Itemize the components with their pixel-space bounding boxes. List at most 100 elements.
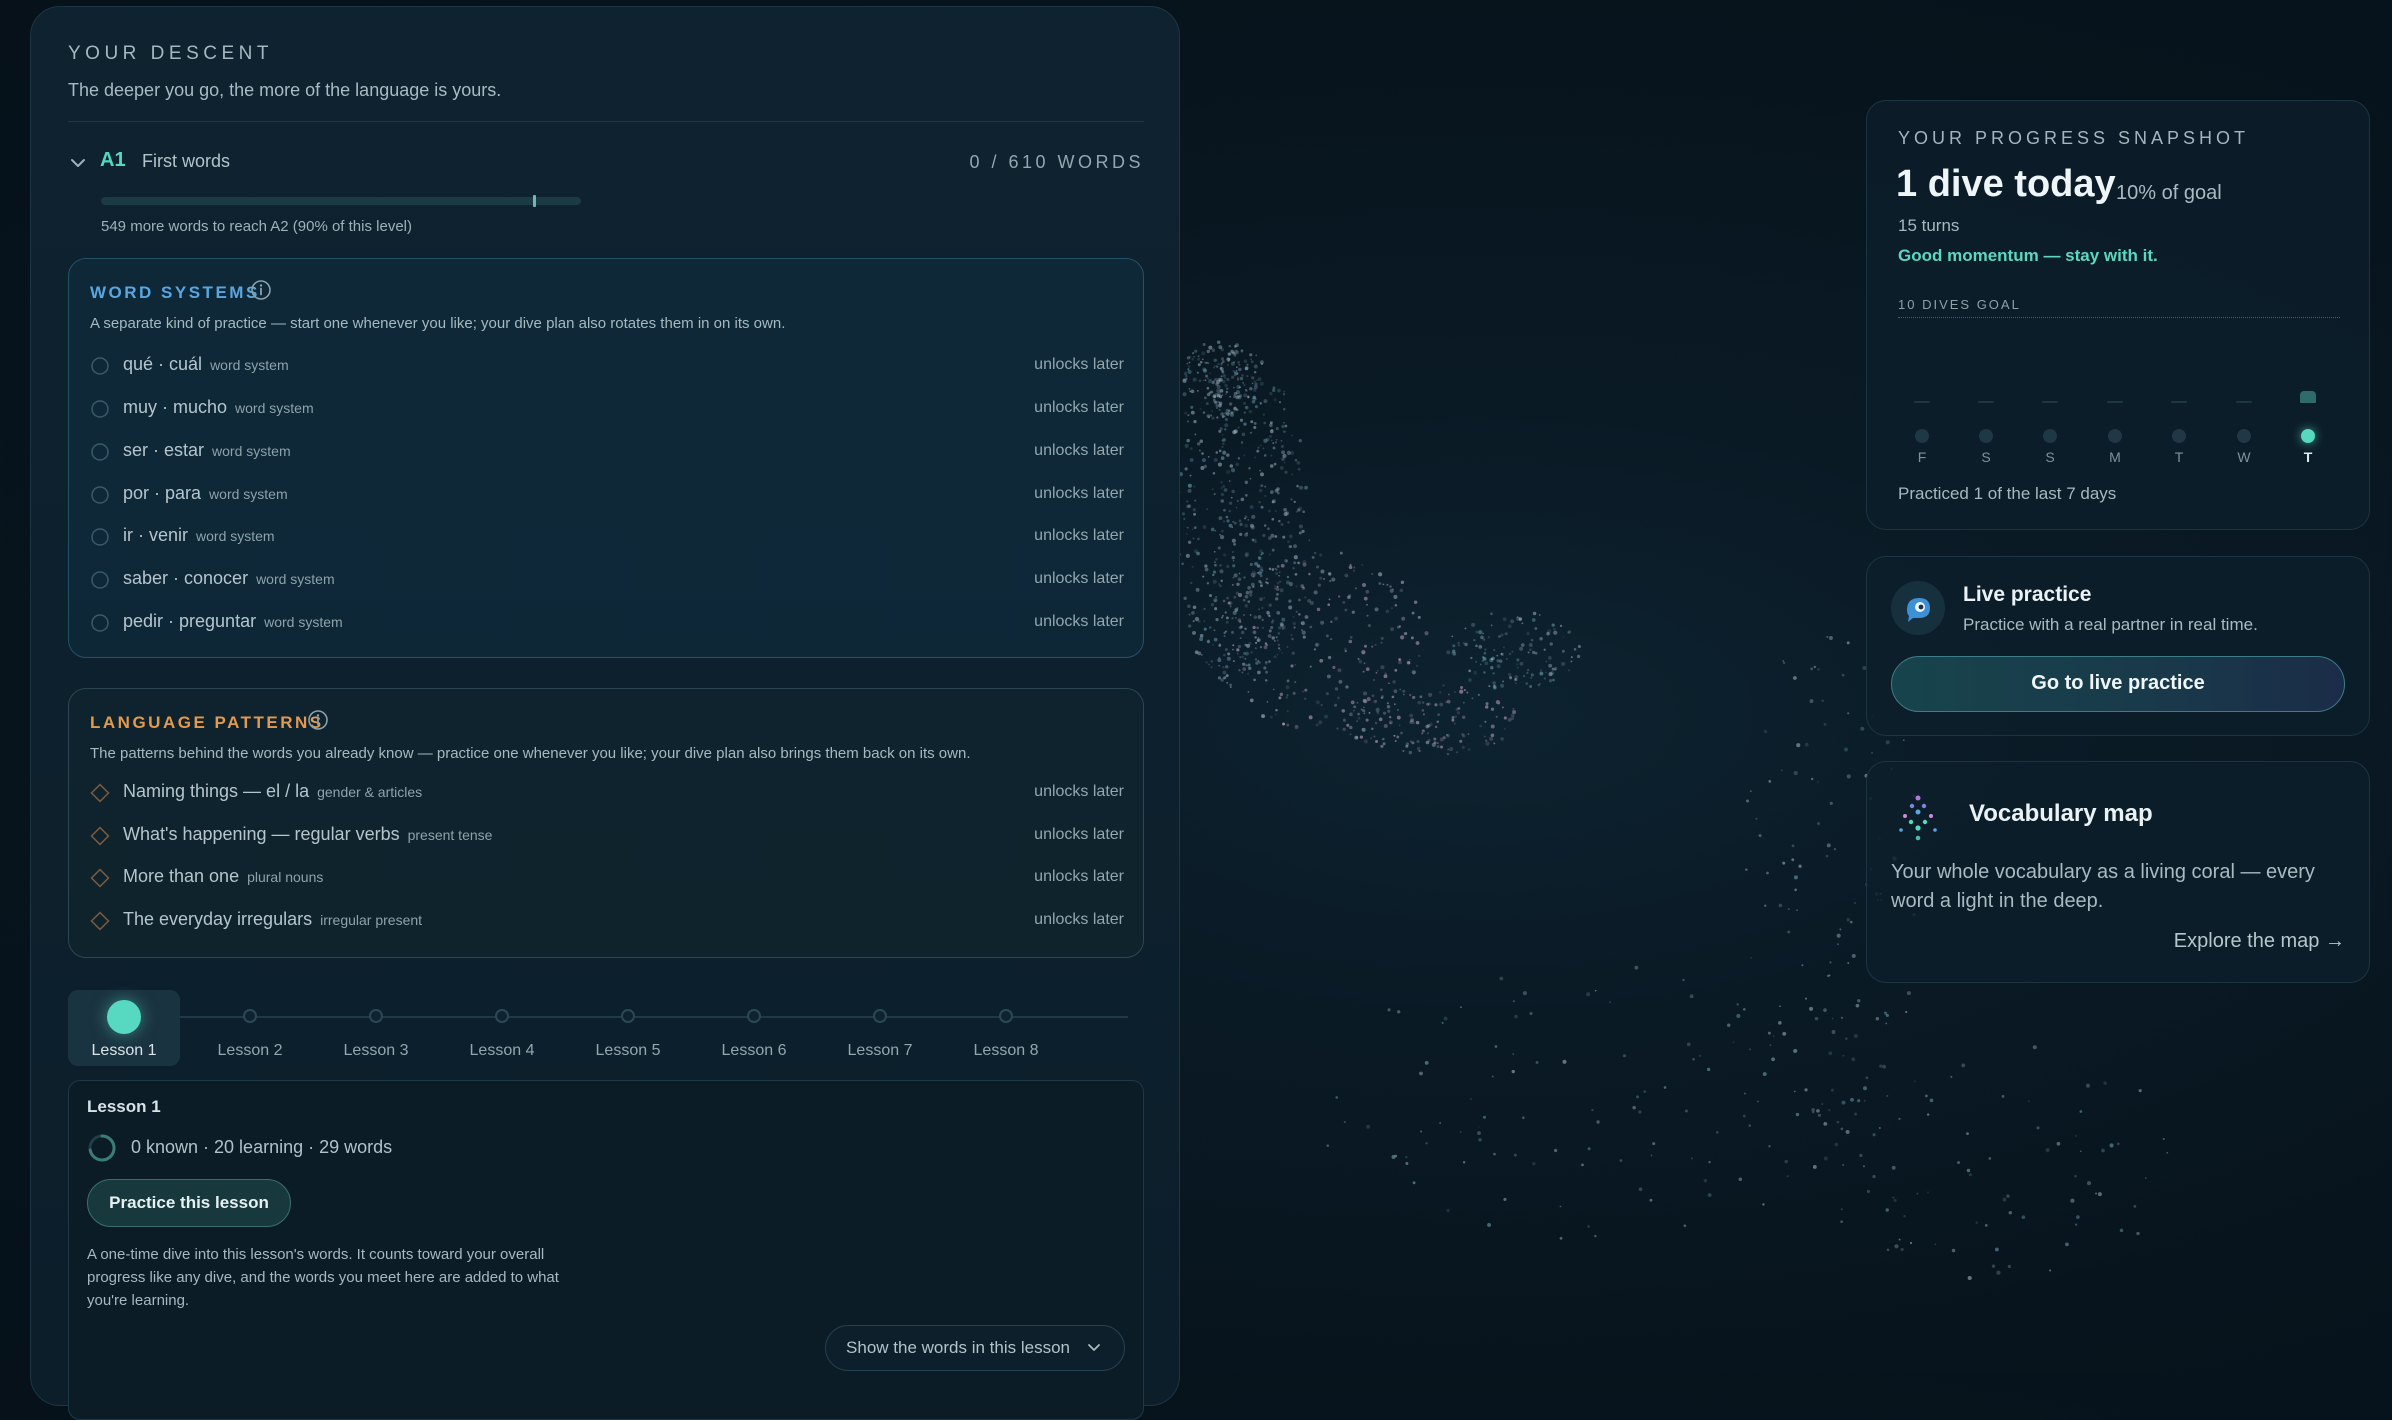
particle (1401, 616, 1406, 621)
lesson-tab[interactable]: Lesson 3 (320, 990, 432, 1066)
particle (1493, 1152, 1496, 1156)
particle (1514, 678, 1517, 680)
particle (1543, 677, 1546, 680)
particle (1186, 356, 1191, 360)
pattern-item[interactable]: The everyday irregulars irregular present… (90, 906, 1124, 936)
go-to-live-practice-button[interactable]: Go to live practice (1891, 656, 2345, 712)
particle (1362, 670, 1365, 673)
lesson-tab[interactable]: Lesson 2 (194, 990, 306, 1066)
lesson-tab[interactable]: Lesson 8 (950, 990, 1062, 1066)
particle (1274, 441, 1277, 444)
day-bar (2236, 401, 2252, 403)
particle (1294, 663, 1297, 666)
particle (1213, 398, 1216, 401)
live-practice-card: Live practice Practice with a real partn… (1866, 556, 2370, 736)
particle (1853, 1033, 1858, 1039)
particle (1224, 611, 1227, 614)
explore-map-link[interactable]: Explore the map → (2174, 930, 2345, 953)
word-system-item[interactable]: por · para word system unlocks later (90, 480, 1124, 510)
particle (1286, 645, 1289, 649)
particle (1262, 413, 1265, 416)
particle (1320, 703, 1323, 707)
lesson-tab[interactable]: Lesson 1 (68, 990, 180, 1066)
particle (1483, 657, 1487, 661)
particle (1228, 501, 1233, 505)
word-system-item[interactable]: pedir · preguntar word system unlocks lat… (90, 608, 1124, 638)
particle (1396, 625, 1400, 629)
particle (1345, 685, 1349, 689)
level-row[interactable]: A1 First words 0 / 610 WORDS (68, 149, 1144, 179)
chevron-down-icon[interactable] (68, 153, 88, 173)
particle (1316, 607, 1321, 612)
particle (1243, 454, 1246, 457)
particle (1254, 541, 1257, 544)
particle (1204, 564, 1208, 568)
particle (1269, 429, 1274, 434)
lesson-tab[interactable]: Lesson 4 (446, 990, 558, 1066)
particle (1233, 371, 1237, 374)
word-system-item[interactable]: ir · venir word system unlocks later (90, 522, 1124, 552)
particle (1212, 471, 1216, 475)
info-icon[interactable] (250, 279, 272, 301)
particle (1301, 529, 1305, 533)
particle (1916, 1192, 1919, 1195)
practice-lesson-button[interactable]: Practice this lesson (87, 1179, 291, 1227)
word-system-item[interactable]: muy · mucho word system unlocks later (90, 394, 1124, 424)
day-column: F (1907, 401, 1937, 465)
show-words-toggle[interactable]: Show the words in this lesson (825, 1325, 1125, 1371)
particle (1281, 627, 1285, 631)
particle (1823, 1156, 1828, 1161)
particle (1863, 1165, 1865, 1168)
pattern-item[interactable]: Naming things — el / la gender & articles… (90, 778, 1124, 808)
particle (1268, 660, 1271, 663)
particle (1207, 379, 1212, 384)
particle (1428, 692, 1433, 697)
particle (1349, 635, 1353, 639)
word-system-item[interactable]: saber · conocer word system unlocks later (90, 565, 1124, 595)
particle (1295, 510, 1298, 513)
particle (1230, 468, 1236, 473)
particle (1286, 575, 1290, 579)
coral-dots-icon (1899, 795, 1937, 841)
particle (1490, 733, 1495, 738)
particle (1281, 457, 1285, 461)
lesson-tab[interactable]: Lesson 5 (572, 990, 684, 1066)
particle (1699, 1054, 1702, 1057)
particle (1244, 405, 1249, 410)
particle (1228, 480, 1231, 482)
particle (1577, 645, 1581, 649)
particle (1426, 731, 1430, 735)
particle (1231, 526, 1234, 528)
pattern-item[interactable]: What's happening — regular verbs present … (90, 821, 1124, 851)
day-letter: T (2174, 449, 2184, 465)
particle (1276, 564, 1280, 568)
particle (1260, 362, 1264, 366)
particle (1393, 689, 1398, 694)
particle (1225, 616, 1229, 620)
particle (1478, 630, 1483, 635)
particle (1226, 357, 1231, 361)
particle (1202, 368, 1208, 373)
particle (1299, 485, 1304, 490)
particle (1191, 528, 1194, 531)
particle (1479, 724, 1482, 728)
lesson-tab[interactable]: Lesson 7 (824, 990, 936, 1066)
particle (1187, 624, 1192, 628)
particle (1247, 395, 1250, 398)
lesson-tab[interactable]: Lesson 6 (698, 990, 810, 1066)
word-system-item[interactable]: qué · cuál word system unlocks later (90, 351, 1124, 381)
particle (1387, 709, 1391, 713)
particle (1279, 466, 1284, 470)
particle (1396, 715, 1401, 720)
pattern-item[interactable]: More than one plural nouns unlocks later (90, 863, 1124, 893)
particle (1526, 671, 1529, 675)
word-system-item[interactable]: ser · estar word system unlocks later (90, 437, 1124, 467)
particle (1996, 1270, 2001, 1275)
particle (1278, 696, 1282, 700)
particle (1828, 974, 1831, 977)
particle (1242, 667, 1247, 671)
particle (1257, 446, 1260, 449)
particle (1265, 581, 1268, 584)
info-icon[interactable] (307, 709, 329, 731)
particle (1193, 549, 1198, 554)
